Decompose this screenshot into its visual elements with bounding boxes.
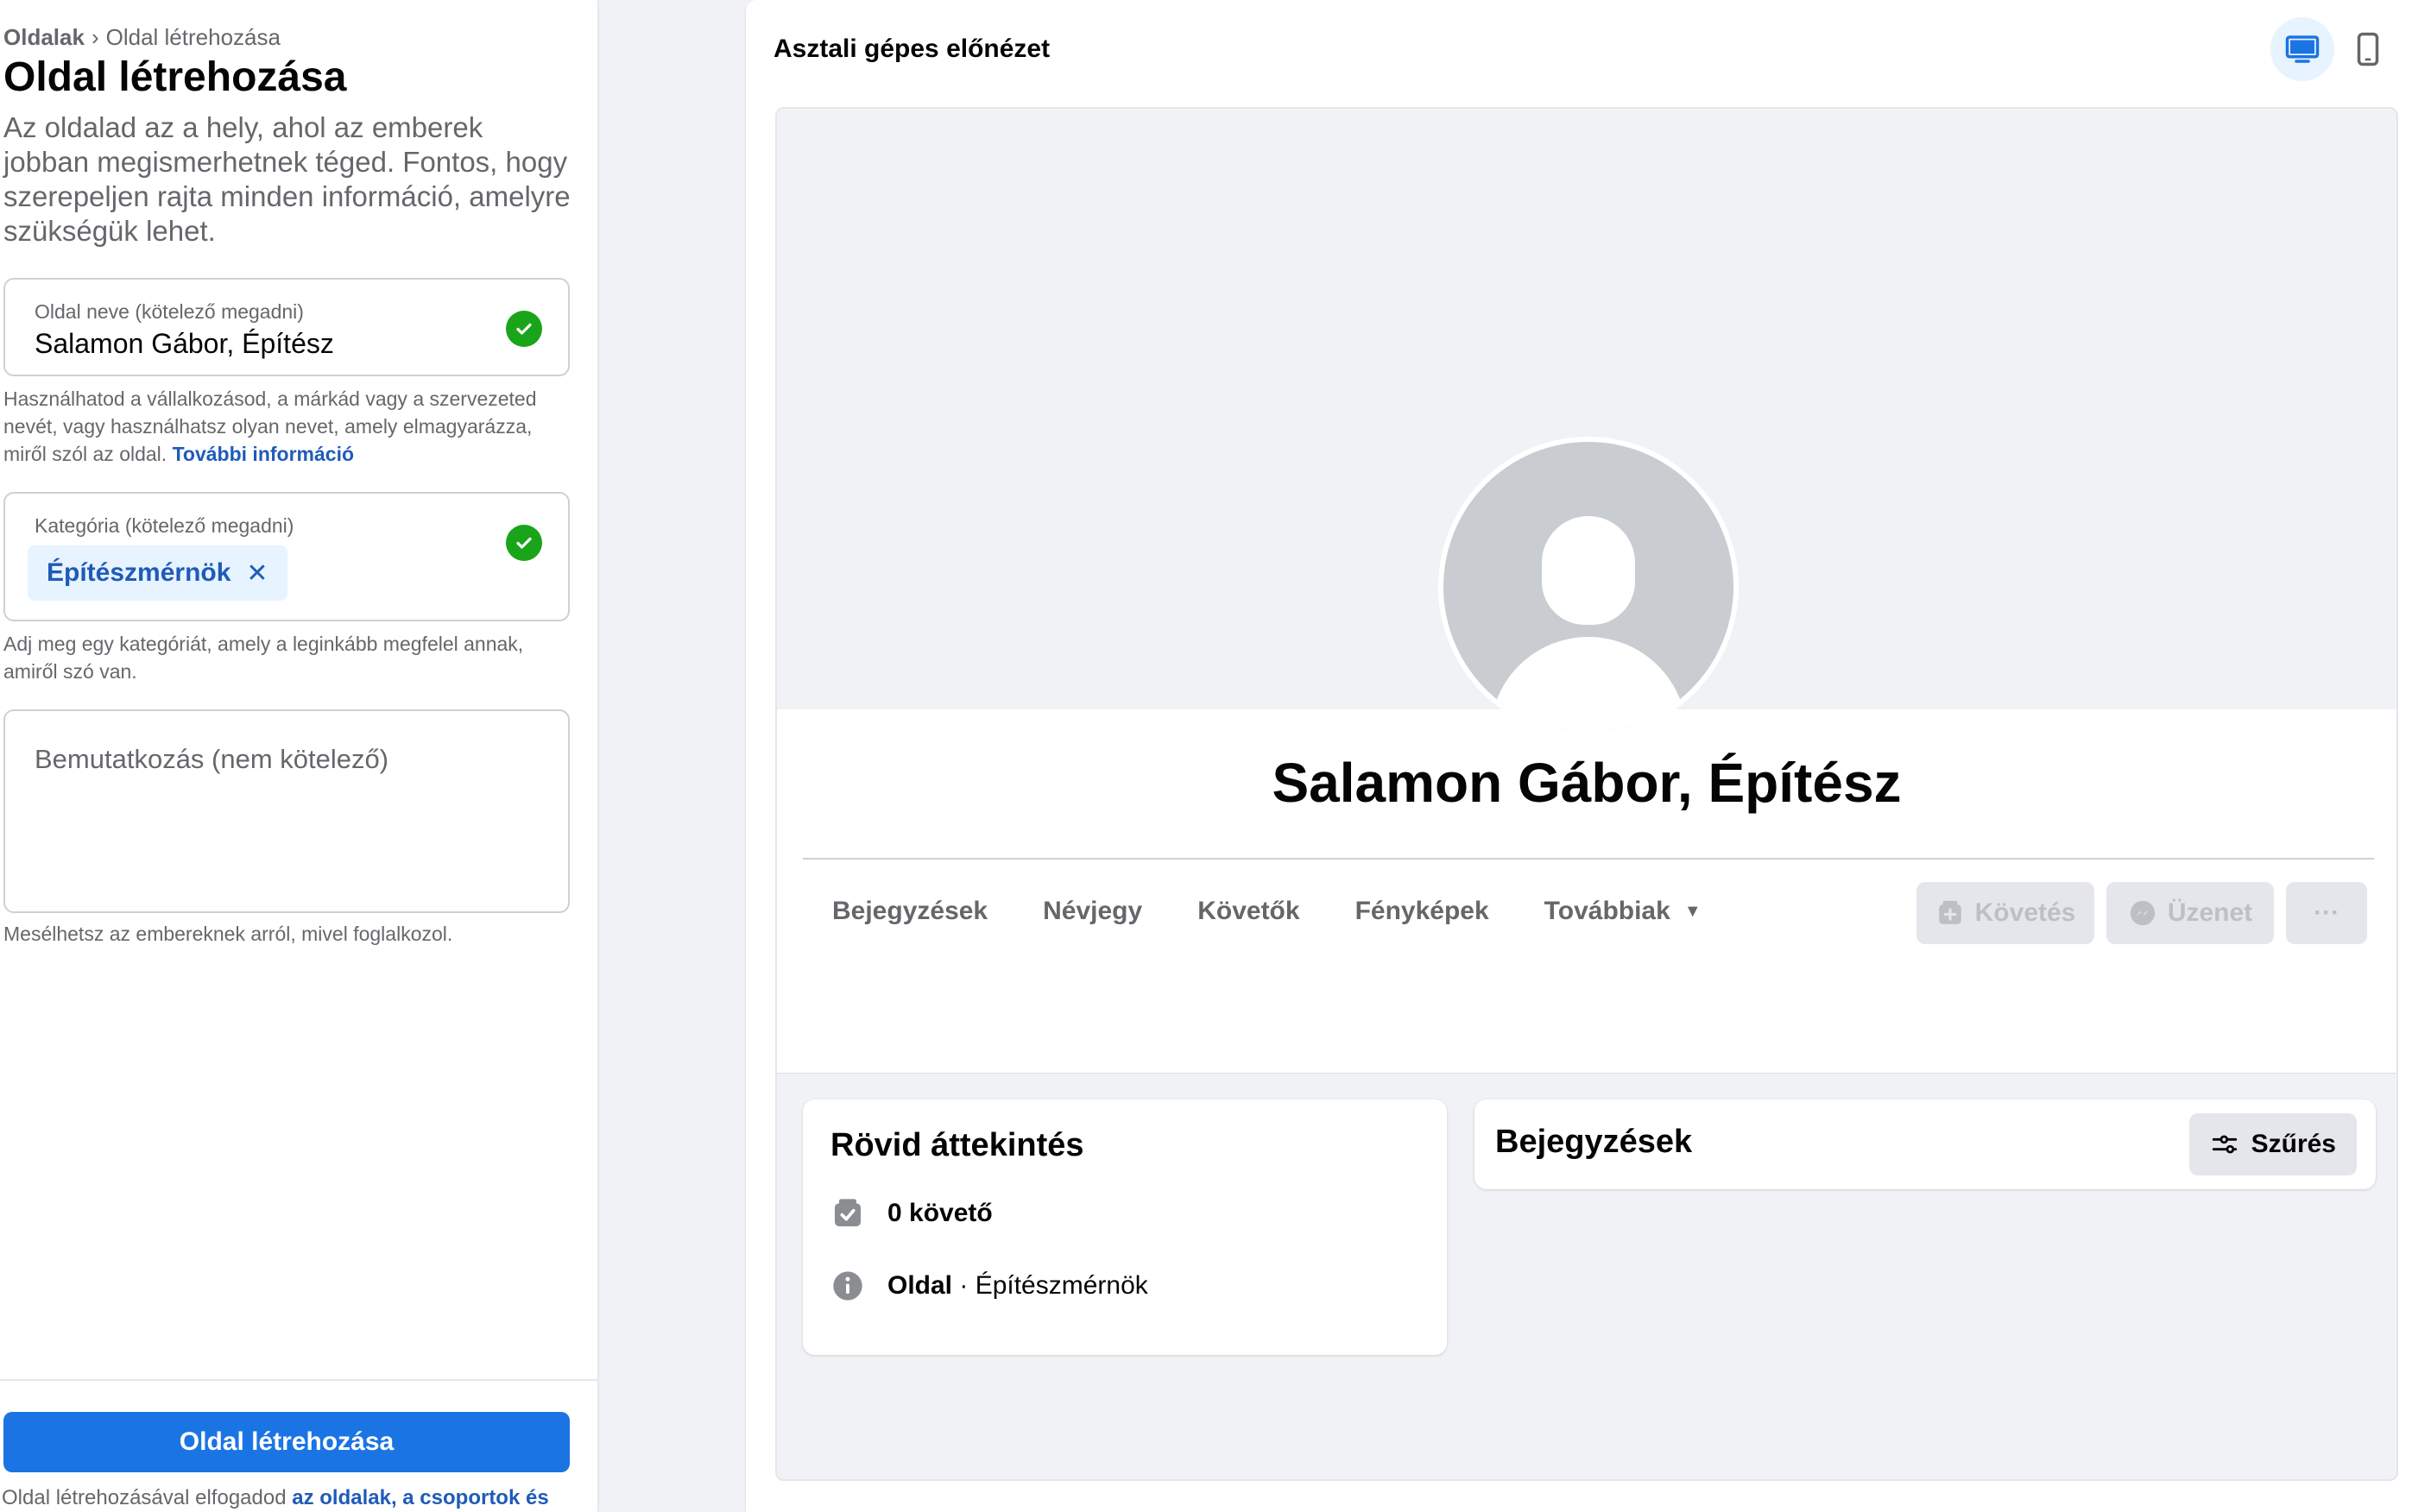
follow-icon (1938, 900, 1961, 924)
header-divider (803, 858, 2374, 860)
terms-link[interactable]: az oldalak, a csoportok és (292, 1486, 548, 1509)
category-chip: Építészmérnök ✕ (28, 545, 287, 601)
terms-text: Oldal létrehozásával elfogadod az oldala… (2, 1486, 597, 1510)
page-preview: Salamon Gábor, Építész Bejegyzések Névje… (775, 107, 2398, 1481)
footer-divider (0, 1379, 597, 1381)
intro-text: Az oldalad az a hely, ahol az emberek jo… (3, 111, 571, 247)
page-name-label: Oldal neve (kötelező megadni) (35, 300, 304, 323)
tab-photos[interactable]: Fényképek (1328, 897, 1517, 926)
page-name-value[interactable]: Salamon Gábor, Építész (35, 328, 334, 360)
category-field[interactable]: Kategória (kötelező megadni) Építészmérn… (3, 492, 570, 621)
desktop-preview-toggle[interactable] (2270, 17, 2334, 81)
breadcrumb-current: Oldal létrehozása (105, 24, 281, 50)
page-title: Oldal létrehozása (3, 54, 347, 100)
page-type-text: Oldal · Építészmérnök (887, 1271, 1148, 1301)
bio-placeholder: Bemutatkozás (nem kötelező) (35, 744, 389, 774)
check-circle-icon (506, 311, 542, 347)
breadcrumb-separator: › (91, 24, 99, 50)
message-button[interactable]: Üzenet (2106, 882, 2274, 944)
create-page-sidebar: Oldalak › Oldal létrehozása Oldal létrehoz… (0, 0, 597, 1512)
tab-followers[interactable]: Követők (1170, 897, 1327, 926)
message-label: Üzenet (2167, 898, 2253, 927)
category-helper: Adj meg egy kategóriát, amely a leginkáb… (3, 633, 524, 683)
page-name-helper: Használhatod a vállalkozásod, a márkád v… (3, 385, 573, 468)
follow-button[interactable]: Követés (1916, 882, 2094, 944)
followers-icon (830, 1196, 865, 1231)
bio-helper: Mesélhetsz az embereknek arról, mivel fo… (3, 923, 453, 945)
mobile-icon (2357, 32, 2379, 66)
mobile-preview-toggle[interactable] (2336, 17, 2400, 81)
category-chip-label: Építészmérnök (47, 558, 231, 587)
terms-prefix: Oldal létrehozásával elfogadod (2, 1486, 287, 1509)
more-dots-icon: ··· (2314, 898, 2339, 927)
page-type-label: Oldal (887, 1271, 953, 1300)
page-type-row: Oldal · Építészmérnök (830, 1269, 1148, 1303)
page-type-value: Építészmérnök (975, 1271, 1148, 1300)
messenger-icon (2130, 900, 2155, 926)
tab-more-label: Továbbiak (1544, 897, 1670, 925)
follow-label: Követés (1974, 898, 2076, 927)
intro-card: Rövid áttekintés 0 követő Oldal · Építés… (803, 1099, 1447, 1355)
more-options-button[interactable]: ··· (2286, 882, 2367, 944)
avatar (1438, 437, 1739, 737)
check-circle-icon (506, 525, 542, 561)
info-icon (830, 1269, 865, 1303)
preview-title: Asztali gépes előnézet (773, 35, 1051, 63)
filter-label: Szűrés (2251, 1130, 2336, 1158)
followers-row: 0 követő (830, 1196, 993, 1231)
tab-about[interactable]: Névjegy (1015, 897, 1170, 926)
filter-button[interactable]: Szűrés (2188, 1113, 2357, 1175)
followers-count: 0 követő (887, 1199, 993, 1227)
tab-more[interactable]: Továbbiak ▼ (1517, 897, 1729, 926)
page-name-field[interactable]: Oldal neve (kötelező megadni) Salamon Gá… (3, 278, 570, 376)
posts-card-title: Bejegyzések (1495, 1124, 1693, 1160)
create-page-button[interactable]: Oldal létrehozása (3, 1412, 570, 1472)
category-label: Kategória (kötelező megadni) (35, 514, 294, 537)
default-avatar-icon (1443, 442, 1733, 732)
page-type-separator: · (952, 1271, 976, 1300)
breadcrumb-pages-link[interactable]: Oldalak (3, 24, 85, 50)
filter-sliders-icon (2212, 1135, 2237, 1154)
breadcrumb: Oldalak › Oldal létrehozása (3, 24, 281, 51)
desktop-icon (2285, 35, 2320, 63)
more-info-link[interactable]: További információ (173, 443, 354, 465)
caret-down-icon: ▼ (1683, 901, 1702, 921)
close-icon[interactable]: ✕ (246, 558, 268, 589)
intro-card-title: Rövid áttekintés (830, 1127, 1084, 1163)
tab-posts[interactable]: Bejegyzések (805, 897, 1015, 926)
preview-panel: Asztali gépes előnézet Salamon Gábor, Ép… (746, 0, 2412, 1512)
bio-textarea[interactable]: Bemutatkozás (nem kötelező) (3, 709, 570, 913)
profile-tabs: Bejegyzések Névjegy Követők Fényképek To… (805, 877, 1729, 946)
profile-name: Salamon Gábor, Építész (1272, 752, 1902, 814)
posts-card: Bejegyzések Szűrés (1474, 1099, 2376, 1189)
